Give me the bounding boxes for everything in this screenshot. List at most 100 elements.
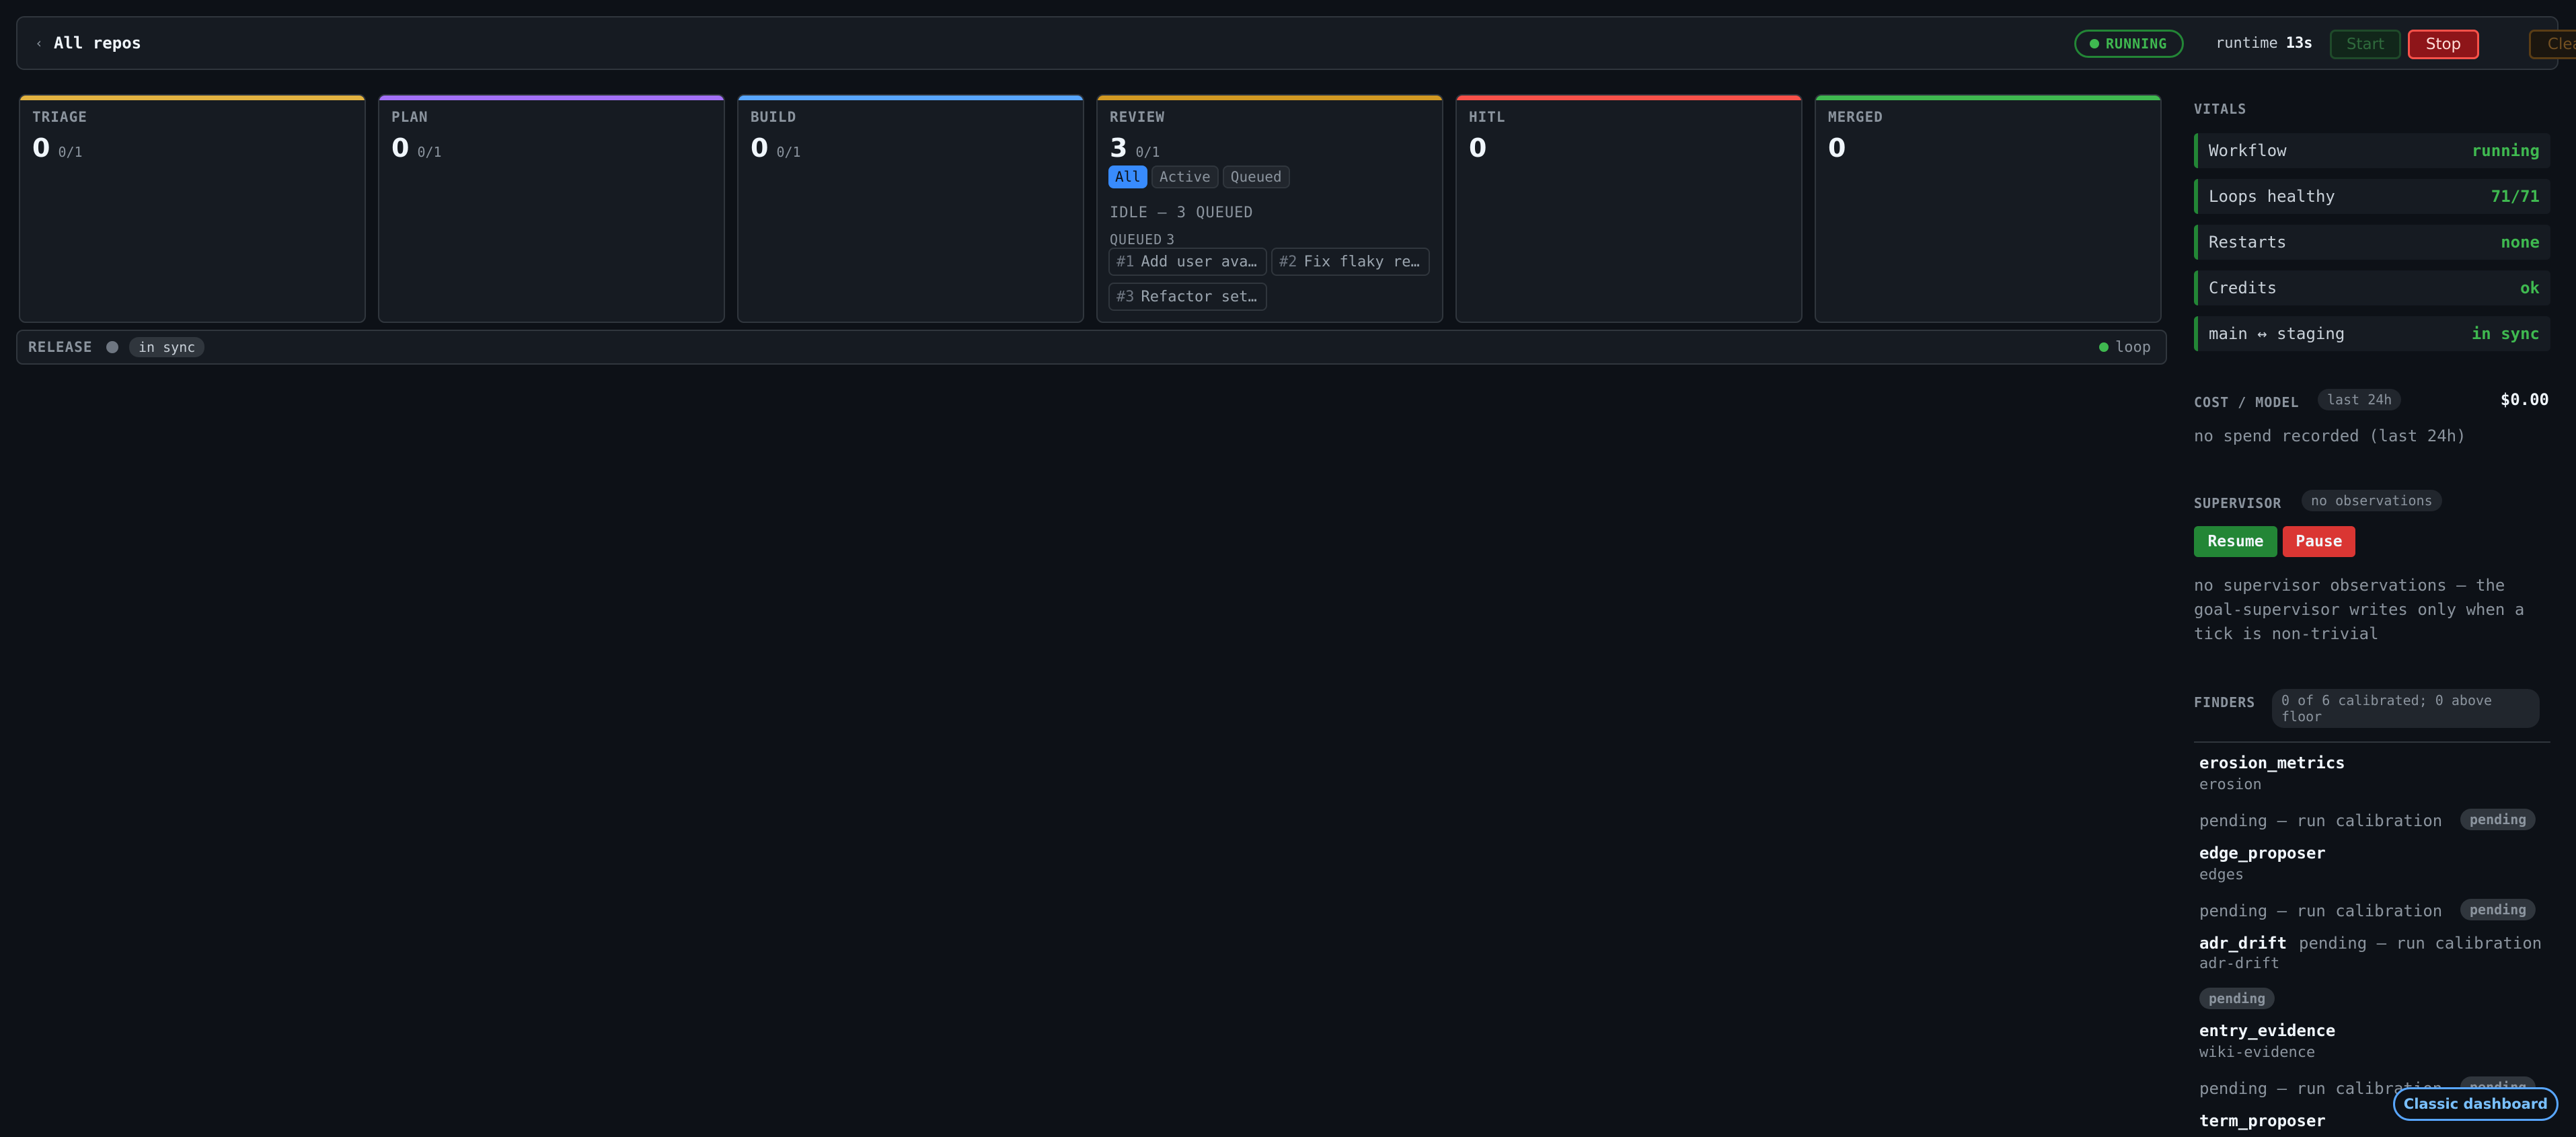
filter-active-button[interactable]: Active xyxy=(1151,166,1219,188)
finder-status: pending — run calibration xyxy=(2299,934,2542,953)
stage-accent xyxy=(20,96,365,100)
finder-name: entry_evidence xyxy=(2199,1021,2336,1040)
vital-key: Restarts xyxy=(2209,233,2287,252)
filter-all-button[interactable]: All xyxy=(1108,166,1147,188)
stage-count: 0 0/1 xyxy=(32,133,83,163)
stage-column-build: BUILD 0 0/1 xyxy=(737,94,1084,323)
runtime-value: 13s xyxy=(2285,34,2313,52)
pause-button[interactable]: Pause xyxy=(2283,526,2355,557)
release-label: RELEASE xyxy=(28,339,93,355)
queued-item-title: Add user avatars xyxy=(1141,253,1260,270)
vital-value: running xyxy=(2471,141,2540,160)
stage-count-value: 3 xyxy=(1110,133,1128,163)
finder-name: edge_proposer xyxy=(2199,844,2326,863)
queued-item-number: #2 xyxy=(1279,253,1297,270)
stage-count-value: 0 xyxy=(1469,133,1487,163)
back-to-all-repos-link[interactable]: ‹ All repos xyxy=(35,17,141,69)
cost-total: $0.00 xyxy=(2500,390,2549,409)
start-button[interactable]: Start xyxy=(2330,30,2401,59)
stage-column-hitl: HITL 0 xyxy=(1455,94,1803,323)
filter-queued-button[interactable]: Queued xyxy=(1222,166,1290,188)
stage-column-triage: TRIAGE 0 0/1 xyxy=(19,94,366,323)
finders-divider xyxy=(2194,741,2550,743)
stage-capacity: 0/1 xyxy=(1135,144,1160,160)
stage-count: 0 0/1 xyxy=(751,133,801,163)
vital-key: Workflow xyxy=(2209,141,2287,160)
clear-button[interactable]: Clear xyxy=(2529,30,2576,59)
finder-sub: erosion xyxy=(2199,776,2262,793)
stage-count: 0 0/1 xyxy=(391,133,442,163)
finder-tag: pending xyxy=(2199,988,2275,1009)
vital-key: main ↔ staging xyxy=(2209,324,2345,343)
stage-count: 0 xyxy=(1469,133,1486,163)
stage-label: PLAN xyxy=(391,109,428,125)
queued-item-number: #1 xyxy=(1116,253,1135,270)
queued-item-title: Fix flaky release test xyxy=(1303,253,1423,270)
release-status-dot-icon xyxy=(106,341,118,353)
vital-value: ok xyxy=(2520,279,2540,297)
stage-count: 3 0/1 xyxy=(1110,133,1160,163)
stop-button[interactable]: Stop xyxy=(2408,30,2479,59)
stage-label: HITL xyxy=(1469,109,1506,125)
finder-sub: edges xyxy=(2199,867,2244,883)
queued-item-number: #3 xyxy=(1116,288,1135,305)
stage-capacity: 0/1 xyxy=(776,144,801,160)
vital-key: Loops healthy xyxy=(2209,187,2335,206)
finder-sub: wiki-evidence xyxy=(2199,1044,2316,1061)
vital-value: in sync xyxy=(2471,324,2540,343)
vital-value: none xyxy=(2501,233,2540,252)
stage-accent xyxy=(379,96,724,100)
finder-name: term_proposer xyxy=(2199,1111,2326,1130)
queued-item[interactable]: #3 Refactor settings page xyxy=(1108,283,1267,311)
supervisor-note: no supervisor observations — the goal-su… xyxy=(2194,576,2525,643)
queued-item[interactable]: #1 Add user avatars xyxy=(1108,248,1267,276)
queued-label: QUEUED xyxy=(1110,231,1163,248)
finder-name: adr_drift xyxy=(2199,934,2287,953)
back-link-label: All repos xyxy=(54,34,142,52)
finder-tag: pending xyxy=(2460,809,2536,830)
status-dot-icon xyxy=(2090,39,2099,48)
stage-accent xyxy=(738,96,1083,100)
loop-label: loop xyxy=(2115,338,2151,356)
supervisor-badge: no observations xyxy=(2302,490,2442,511)
vitals-title: VITALS xyxy=(2194,101,2247,117)
stage-column-merged: MERGED 0 xyxy=(1815,94,2162,323)
runtime-label: runtime xyxy=(2215,34,2278,52)
finder-sub: adr-drift xyxy=(2199,955,2280,972)
release-bar: RELEASE in sync loop xyxy=(16,330,2167,365)
stage-count-value: 0 xyxy=(32,133,50,163)
stage-column-review: REVIEW 3 0/1 All Active Queued IDLE — 3 … xyxy=(1096,94,1443,323)
finders-summary-badge: 0 of 6 calibrated; 0 above floor xyxy=(2272,689,2540,728)
stage-accent xyxy=(1098,96,1442,100)
vital-row: Restarts none xyxy=(2194,225,2550,260)
release-sync-badge: in sync xyxy=(129,337,205,357)
stage-count: 0 xyxy=(1828,133,1846,163)
top-bar: ‹ All repos RUNNING runtime 13s Start St… xyxy=(16,16,2576,70)
vital-row: Credits ok xyxy=(2194,270,2550,305)
finder-tag: pending xyxy=(2460,899,2536,920)
stage-capacity: 0/1 xyxy=(58,144,83,160)
queued-heading: QUEUED 3 xyxy=(1110,231,1175,248)
cost-empty-text: no spend recorded (last 24h) xyxy=(2194,427,2466,445)
finder-name: erosion_metrics xyxy=(2199,754,2345,772)
status-text: RUNNING xyxy=(2106,36,2168,52)
stage-label: TRIAGE xyxy=(32,109,87,125)
cost-window-badge: last 24h xyxy=(2318,389,2402,410)
finder-status: pending — run calibration xyxy=(2199,902,2443,920)
stage-capacity: 0/1 xyxy=(417,144,442,160)
resume-button[interactable]: Resume xyxy=(2194,526,2277,557)
queued-item-title: Refactor settings page xyxy=(1141,288,1260,305)
review-idle-status: IDLE — 3 QUEUED xyxy=(1110,205,1254,221)
stage-count-value: 0 xyxy=(1828,133,1846,163)
loop-dot-icon xyxy=(2099,342,2109,352)
release-loop-indicator: loop xyxy=(2099,331,2151,363)
stage-accent xyxy=(1457,96,1801,100)
vital-row: Loops healthy 71/71 xyxy=(2194,179,2550,214)
status-badge: RUNNING xyxy=(2074,30,2185,58)
supervisor-title: SUPERVISOR xyxy=(2194,495,2282,511)
queued-item[interactable]: #2 Fix flaky release test xyxy=(1271,248,1430,276)
classic-dashboard-button[interactable]: Classic dashboard xyxy=(2393,1087,2559,1121)
review-filter-group: All Active Queued xyxy=(1108,166,1290,188)
finders-title: FINDERS xyxy=(2194,694,2256,710)
stage-label: BUILD xyxy=(751,109,797,125)
